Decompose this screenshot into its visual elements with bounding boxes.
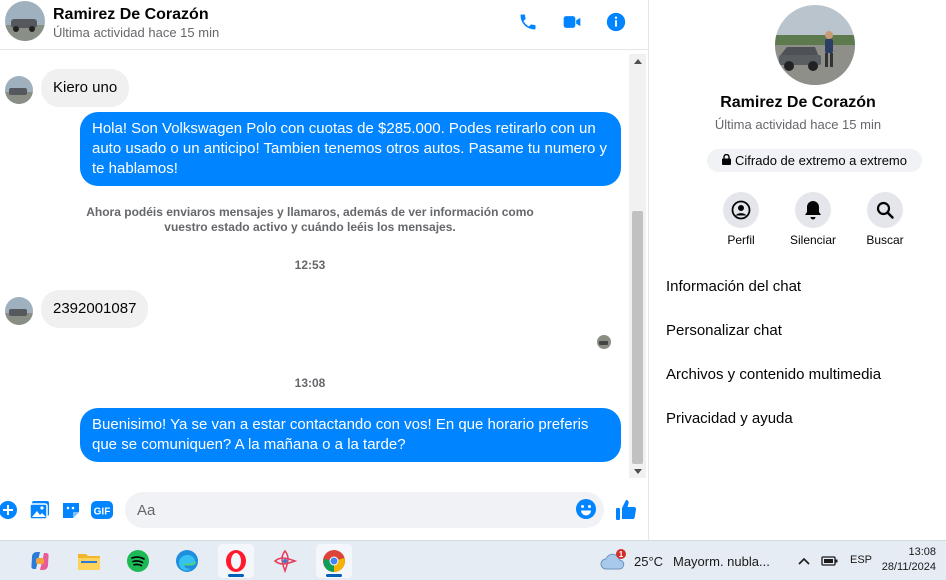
copilot-icon[interactable] <box>22 544 58 578</box>
thumbs-up-icon[interactable] <box>614 498 638 522</box>
menu-customize-chat[interactable]: Personalizar chat <box>666 322 926 339</box>
scroll-down-arrow-icon[interactable] <box>629 464 646 478</box>
profile-label: Perfil <box>727 233 755 247</box>
search-action[interactable]: Buscar <box>855 192 915 247</box>
message-list[interactable]: Kiero uno Hola! Son Volkswagen Polo con … <box>0 52 628 480</box>
search-icon[interactable] <box>867 192 903 228</box>
messenger-window: Ramirez De Corazón Última actividad hace… <box>0 0 946 580</box>
bell-icon[interactable] <box>795 192 831 228</box>
incoming-message[interactable]: 2392001087 <box>41 290 149 328</box>
chat-pane: Ramirez De Corazón Última actividad hace… <box>0 0 648 540</box>
contact-avatar-small <box>5 297 33 325</box>
clock-date: 28/11/2024 <box>881 561 936 573</box>
contact-status: Última actividad hace 15 min <box>53 25 220 40</box>
message-input[interactable] <box>137 492 567 528</box>
mute-action[interactable]: Silenciar <box>783 192 843 247</box>
outgoing-message[interactable]: Hola! Son Volkswagen Polo con cuotas de … <box>80 112 621 186</box>
search-label: Buscar <box>866 233 904 247</box>
system-clock[interactable]: 13:08 28/11/2024 <box>866 545 936 575</box>
menu-privacy-help[interactable]: Privacidad y ayuda <box>666 410 926 427</box>
system-notice: Ahora podéis enviaros mensajes y llamaro… <box>86 205 534 234</box>
scroll-up-arrow-icon[interactable] <box>629 54 646 68</box>
panel-contact-name: Ramirez De Corazón <box>720 94 876 111</box>
encryption-badge[interactable]: Cifrado de extremo a extremo <box>707 149 922 172</box>
opera-icon[interactable] <box>218 544 254 578</box>
incoming-message[interactable]: Kiero uno <box>41 69 130 107</box>
menu-media-files[interactable]: Archivos y contenido multimedia <box>666 366 926 383</box>
temperature[interactable]: 25°C <box>634 554 663 569</box>
seen-indicator-avatar <box>597 335 611 349</box>
chrome-icon[interactable] <box>316 544 352 578</box>
gif-icon[interactable]: GIF <box>90 498 114 522</box>
panel-contact-status: Última actividad hace 15 min <box>714 117 882 132</box>
app-icon[interactable] <box>267 544 303 578</box>
contact-name[interactable]: Ramirez De Corazón <box>53 6 209 24</box>
encryption-label: Cifrado de extremo a extremo <box>735 153 907 168</box>
sticker-icon[interactable] <box>59 498 83 522</box>
menu-chat-info[interactable]: Información del chat <box>666 278 926 295</box>
message-input-wrapper <box>125 492 604 528</box>
outgoing-message[interactable]: Buenisimo! Ya se van a estar contactando… <box>80 408 621 462</box>
profile-action[interactable]: Perfil <box>711 192 771 247</box>
video-camera-icon[interactable] <box>559 9 585 35</box>
file-explorer-icon[interactable] <box>71 544 107 578</box>
time-separator: 12:53 <box>294 258 326 272</box>
chat-header: Ramirez De Corazón Última actividad hace… <box>0 0 648 50</box>
phone-icon[interactable] <box>515 9 541 35</box>
weather-badge: 1 <box>619 550 624 559</box>
time-separator: 13:08 <box>294 376 326 390</box>
contact-avatar-small <box>5 76 33 104</box>
edge-icon[interactable] <box>169 544 205 578</box>
mute-label: Silenciar <box>789 233 837 247</box>
lock-icon <box>722 153 732 168</box>
contact-avatar-large[interactable] <box>775 5 855 85</box>
clock-time: 13:08 <box>908 546 936 558</box>
emoji-icon[interactable] <box>575 498 599 522</box>
chat-details-panel: Ramirez De Corazón Última actividad hace… <box>648 0 946 540</box>
scrollbar-thumb[interactable] <box>632 211 643 464</box>
image-icon[interactable] <box>28 498 52 522</box>
plus-icon[interactable] <box>0 498 20 522</box>
info-icon[interactable] <box>603 9 629 35</box>
message-scrollbar[interactable] <box>629 54 646 478</box>
gif-label: GIF <box>94 507 111 518</box>
battery-icon[interactable] <box>819 544 841 578</box>
weather-icon[interactable]: 1 <box>596 544 630 578</box>
contact-avatar[interactable] <box>5 1 45 41</box>
message-composer: GIF <box>0 488 648 532</box>
chevron-up-icon[interactable] <box>793 544 815 578</box>
weather-description[interactable]: Mayorm. nubla... <box>673 554 783 569</box>
windows-taskbar: 1 25°C Mayorm. nubla... ESP 13:08 28/11/… <box>0 540 946 580</box>
spotify-icon[interactable] <box>120 544 156 578</box>
profile-icon[interactable] <box>723 192 759 228</box>
